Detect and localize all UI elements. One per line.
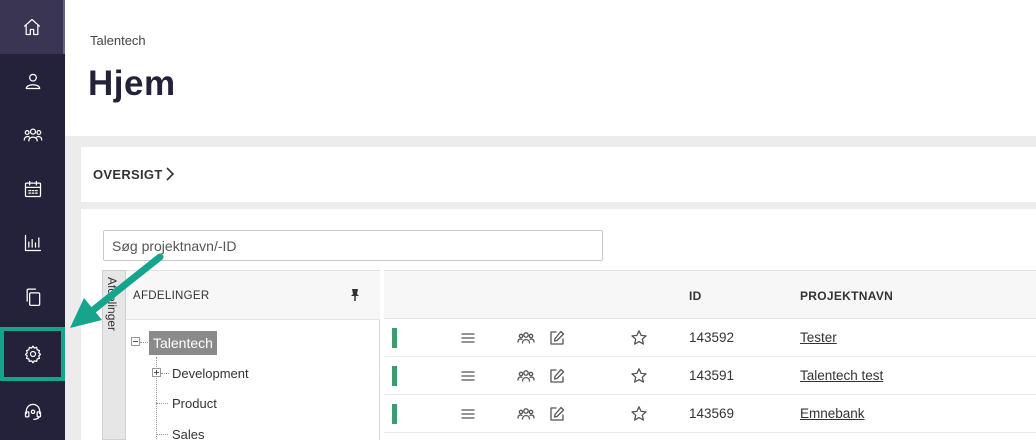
table-row[interactable]: 143591 Talentech test <box>384 357 1036 395</box>
tree-connector <box>140 342 148 343</box>
table-row[interactable]: 143569 Emnebank <box>384 395 1036 433</box>
tree-connector <box>156 403 168 404</box>
departments-title: AFDELINGER <box>133 290 210 302</box>
chevron-right-icon <box>166 167 175 181</box>
overview-label[interactable]: OVERSIGT <box>93 167 163 182</box>
tree-node-talentech[interactable]: Talentech <box>149 331 217 355</box>
group-icon[interactable] <box>517 329 535 347</box>
calendar-icon <box>24 180 41 198</box>
chart-icon <box>24 234 41 252</box>
table-row[interactable]: 143592 Tester <box>384 319 1036 357</box>
project-name-link[interactable]: Emnebank <box>800 406 865 421</box>
tree-node-product[interactable]: Product <box>172 396 217 411</box>
table-header: ID PROJEKTNAVN <box>384 270 1036 319</box>
star-icon[interactable] <box>630 329 648 347</box>
menu-icon[interactable] <box>459 405 477 423</box>
copy-icon <box>26 288 40 306</box>
project-id: 143591 <box>689 368 735 383</box>
group-icon[interactable] <box>517 405 535 423</box>
edit-icon[interactable] <box>548 329 566 347</box>
vertical-tab-label: Afdelinger <box>105 277 119 332</box>
breadcrumb[interactable]: Talentech <box>90 33 146 48</box>
pin-icon[interactable] <box>349 288 361 302</box>
gear-icon <box>24 345 41 364</box>
sidebar-item-settings[interactable] <box>0 327 65 381</box>
headset-icon <box>24 403 41 420</box>
search-input[interactable] <box>103 230 603 261</box>
departments-vertical-tab[interactable]: Afdelinger <box>102 270 126 440</box>
home-icon <box>23 18 40 36</box>
departments-header: AFDELINGER <box>126 271 380 320</box>
sidebar-item-calendar[interactable] <box>0 162 65 216</box>
user-icon <box>25 73 40 90</box>
group-icon <box>23 128 42 142</box>
sidebar-item-reports[interactable] <box>0 216 65 270</box>
edit-icon[interactable] <box>548 367 566 385</box>
star-icon[interactable] <box>630 367 648 385</box>
sidebar-item-home[interactable] <box>0 0 65 54</box>
page-header: Talentech Hjem <box>65 0 1036 136</box>
column-header-name[interactable]: PROJEKTNAVN <box>800 289 893 303</box>
project-id: 143569 <box>689 406 735 421</box>
tree-node-sales[interactable]: Sales <box>172 427 205 440</box>
tree-node-development[interactable]: Development <box>172 366 249 381</box>
menu-icon[interactable] <box>459 367 477 385</box>
departments-panel: AFDELINGER Talentech Development Product… <box>126 270 380 440</box>
project-id: 143592 <box>689 330 735 345</box>
sidebar <box>0 0 65 440</box>
sidebar-item-support[interactable] <box>0 384 65 438</box>
status-indicator <box>392 404 397 424</box>
project-name-link[interactable]: Tester <box>800 330 837 345</box>
project-name-link[interactable]: Talentech test <box>800 368 883 383</box>
tree-connector <box>156 434 168 435</box>
projects-panel: Afdelinger AFDELINGER Talentech Developm… <box>81 209 1036 440</box>
sidebar-item-user[interactable] <box>0 54 65 108</box>
sidebar-item-documents[interactable] <box>0 270 65 324</box>
column-header-id[interactable]: ID <box>689 289 702 303</box>
edit-icon[interactable] <box>548 405 566 423</box>
status-indicator <box>392 366 397 386</box>
collapse-toggle[interactable] <box>131 337 140 346</box>
status-indicator <box>392 328 397 348</box>
group-icon[interactable] <box>517 367 535 385</box>
projects-table: ID PROJEKTNAVN 143592 Tester 143591 Tale… <box>384 270 1036 440</box>
expand-toggle[interactable] <box>152 368 161 377</box>
menu-icon[interactable] <box>459 329 477 347</box>
page-title: Hjem <box>88 64 176 103</box>
sidebar-item-groups[interactable] <box>0 108 65 162</box>
overview-bar[interactable]: OVERSIGT <box>81 147 1036 202</box>
tree-connector <box>161 373 169 374</box>
star-icon[interactable] <box>630 405 648 423</box>
